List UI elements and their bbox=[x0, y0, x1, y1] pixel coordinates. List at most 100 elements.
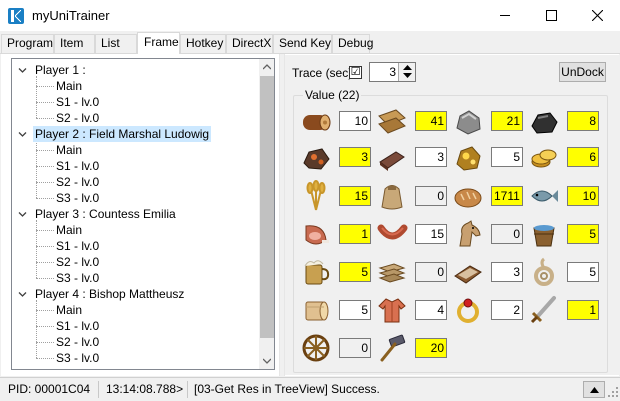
resource-value-field[interactable]: 3 bbox=[339, 147, 371, 167]
status-bar: PID: 00001C04 13:14:08.788> [03-Get Res … bbox=[0, 377, 620, 400]
tunic-icon bbox=[378, 298, 406, 323]
tree-node-item[interactable]: S2 - lv.0 bbox=[54, 174, 101, 190]
tab-send-key[interactable]: Send Key bbox=[273, 34, 332, 53]
resource-value-field[interactable]: 10 bbox=[339, 111, 371, 131]
stone-icon bbox=[456, 110, 481, 135]
wheel-icon bbox=[302, 334, 330, 362]
tree-node-item[interactable]: S2 - lv.0 bbox=[54, 110, 101, 126]
tree-connector-line bbox=[36, 150, 54, 151]
trace-seconds-value[interactable]: 3 bbox=[389, 65, 396, 79]
tree-node-item[interactable]: Main bbox=[54, 142, 84, 158]
resource-value-field[interactable]: 4 bbox=[415, 300, 447, 320]
resource-value-field[interactable]: 41 bbox=[415, 111, 447, 131]
tree-node-item[interactable]: S3 - lv.0 bbox=[54, 350, 101, 366]
tab-list[interactable]: List bbox=[95, 34, 137, 53]
title-bar: myUniTrainer bbox=[0, 0, 620, 31]
tree-connector-line bbox=[36, 262, 54, 263]
chevron-down-icon[interactable] bbox=[18, 66, 27, 75]
player-tree-view[interactable]: Player 1 : Main S1 - lv.0 S2 - lv.0 Player 2… bbox=[11, 58, 275, 370]
beer-icon bbox=[304, 260, 330, 285]
tab-debug[interactable]: Debug bbox=[332, 34, 373, 53]
chevron-down-icon[interactable] bbox=[18, 290, 27, 299]
tree-connector-line bbox=[36, 246, 54, 247]
tree-node-item[interactable]: S3 - lv.0 bbox=[54, 190, 101, 206]
water-bucket-icon bbox=[533, 225, 555, 247]
tree-node-item[interactable]: S1 - lv.0 bbox=[54, 94, 101, 110]
tree-node-player[interactable]: Player 1 : bbox=[33, 62, 88, 78]
resource-value-field[interactable]: 3 bbox=[415, 147, 447, 167]
resource-value-field[interactable]: 5 bbox=[567, 224, 599, 244]
resize-grip-icon[interactable] bbox=[607, 386, 619, 398]
close-button[interactable] bbox=[574, 0, 620, 31]
undock-button[interactable]: UnDock bbox=[559, 62, 606, 82]
tab-frame[interactable]: Frame bbox=[137, 32, 180, 54]
iron-ingot-icon bbox=[379, 151, 405, 171]
planks-icon bbox=[378, 109, 406, 134]
cloth-roll-icon bbox=[305, 301, 329, 321]
resource-value-field[interactable]: 6 bbox=[567, 147, 599, 167]
tab-program[interactable]: Program bbox=[1, 34, 54, 53]
tree-node-item[interactable]: S2 - lv.0 bbox=[54, 334, 101, 350]
resource-value-field[interactable]: 3 bbox=[491, 262, 523, 282]
tree-node-item[interactable]: S1 - lv.0 bbox=[54, 318, 101, 334]
ham-icon bbox=[305, 225, 329, 245]
scroll-down-icon[interactable] bbox=[263, 357, 271, 365]
resource-value-field[interactable]: 10 bbox=[567, 186, 599, 206]
values-group-label: Value (22) bbox=[303, 88, 362, 102]
tree-node-item[interactable]: S2 - lv.0 bbox=[54, 254, 101, 270]
resource-value-field[interactable]: 8 bbox=[567, 111, 599, 131]
tree-node-item[interactable]: S1 - lv.0 bbox=[54, 238, 101, 254]
wheat-icon bbox=[306, 180, 326, 211]
resource-value-field[interactable]: 21 bbox=[491, 111, 523, 131]
resource-value-field[interactable]: 5 bbox=[339, 262, 371, 282]
trace-spin-icon[interactable] bbox=[398, 63, 415, 81]
tree-node-item[interactable]: S3 - lv.0 bbox=[54, 270, 101, 286]
tree-scrollbar[interactable] bbox=[259, 59, 274, 369]
resource-value-field[interactable]: 5 bbox=[567, 262, 599, 282]
tree-node-item[interactable]: S1 - lv.0 bbox=[54, 158, 101, 174]
minimize-button[interactable] bbox=[482, 0, 528, 31]
chevron-down-icon[interactable] bbox=[18, 130, 27, 139]
chevron-down-icon[interactable] bbox=[18, 210, 27, 219]
resource-value-field[interactable]: 5 bbox=[491, 147, 523, 167]
resource-value-field[interactable]: 0 bbox=[415, 186, 447, 206]
resource-value-field[interactable]: 15 bbox=[339, 186, 371, 206]
tree-node-item[interactable]: Main bbox=[54, 302, 84, 318]
log-icon bbox=[303, 114, 331, 131]
tab-hotkey[interactable]: Hotkey bbox=[180, 34, 226, 53]
status-expand-button[interactable] bbox=[583, 381, 605, 398]
resource-value-field[interactable]: 1 bbox=[567, 300, 599, 320]
resource-value-field[interactable]: 0 bbox=[491, 224, 523, 244]
resource-value-field[interactable]: 0 bbox=[339, 338, 371, 358]
resource-value-field[interactable]: 1 bbox=[339, 224, 371, 244]
resource-value-field[interactable]: 20 bbox=[415, 338, 447, 358]
maximize-button[interactable] bbox=[528, 0, 574, 31]
minimize-icon bbox=[499, 15, 510, 16]
tree-connector-line bbox=[36, 310, 54, 311]
resource-value-field[interactable]: 0 bbox=[415, 262, 447, 282]
maximize-icon bbox=[545, 10, 557, 21]
tree-connector-line bbox=[36, 342, 54, 343]
tree-connector-line bbox=[36, 102, 54, 103]
status-separator bbox=[98, 381, 99, 398]
sword-icon bbox=[530, 296, 556, 324]
tree-node-item[interactable]: Main bbox=[54, 78, 84, 94]
resource-value-field[interactable]: 15 bbox=[415, 224, 447, 244]
tree-node-item[interactable]: Main bbox=[54, 222, 84, 238]
trace-seconds-input[interactable]: 3 bbox=[369, 62, 416, 82]
scroll-thumb[interactable] bbox=[260, 76, 274, 338]
scroll-up-icon[interactable] bbox=[263, 63, 271, 71]
tree-node-player[interactable]: Player 4 : Bishop Mattheusz bbox=[33, 286, 186, 302]
tab-directx[interactable]: DirectX bbox=[226, 34, 273, 53]
resource-value-field[interactable]: 1711 bbox=[491, 186, 523, 206]
tree-connector-line bbox=[36, 118, 54, 119]
resource-value-field[interactable]: 2 bbox=[491, 300, 523, 320]
tab-item[interactable]: Item bbox=[54, 34, 95, 53]
leather-icon bbox=[454, 265, 482, 284]
tree-node-player[interactable]: Player 2 : Field Marshal Ludowig bbox=[33, 126, 212, 142]
horse-icon bbox=[459, 220, 481, 247]
tree-node-player[interactable]: Player 3 : Countess Emilia bbox=[33, 206, 178, 222]
tree-connector-line bbox=[36, 182, 54, 183]
resource-value-field[interactable]: 5 bbox=[339, 300, 371, 320]
trace-checkbox[interactable]: ☑ bbox=[349, 66, 362, 79]
